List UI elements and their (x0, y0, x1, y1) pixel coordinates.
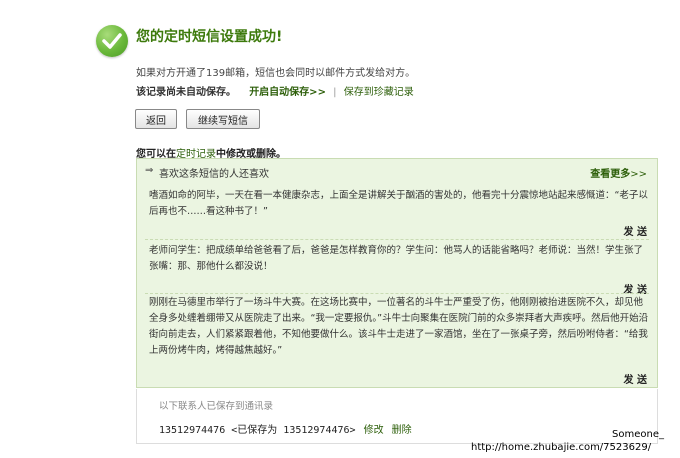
contact-saved-as: <已保存为 13512974476> (231, 425, 356, 436)
divider (145, 239, 649, 240)
view-more-label: 查看更多 (590, 169, 631, 180)
view-more-link[interactable]: 查看更多>> (590, 165, 647, 180)
email-notice: 如果对方开通了139邮箱，短信也会同时以邮件方式发给对方。 (136, 68, 416, 79)
contact-number: 13512974476 (159, 425, 226, 436)
enable-auto-save-link[interactable]: 开启自动保存>> (249, 87, 326, 98)
divider (145, 293, 649, 294)
separator: | (333, 87, 337, 98)
page-title: 您的定时短信设置成功! (136, 29, 283, 45)
contact-row: 13512974476 <已保存为 13512974476> 修改 删除 (159, 421, 412, 436)
watermark-user: Someone_ (612, 429, 664, 440)
save-status-line: 该记录尚未自动保存。 开启自动保存>> | 保存到珍藏记录 (136, 83, 414, 98)
panel-header: ⇒ 喜欢这条短信的人还喜欢 查看更多>> (137, 159, 657, 181)
chevron-right-icon: >> (630, 169, 647, 180)
saved-contacts-box: 以下联系人已保存到通讯录 13512974476 <已保存为 135129744… (136, 389, 658, 444)
check-circle-icon (96, 25, 128, 57)
message-text: 嗜酒如命的阿毕，一天在看一本健康杂志，上面全是讲解关于酗酒的害处的，他看完十分震… (149, 190, 648, 217)
delete-contact-link[interactable]: 删除 (392, 425, 412, 436)
send-button[interactable]: 发 送 (624, 223, 647, 238)
edit-contact-link[interactable]: 修改 (364, 425, 384, 436)
message-text: 刚刚在马德里市举行了一场斗牛大赛。在这场比赛中，一位著名的斗牛士严重受了伤，他刚… (149, 297, 649, 356)
continue-writing-button[interactable]: 继续写短信 (186, 109, 260, 129)
message-text: 老师问学生：把成绩单给爸爸看了后，爸爸是怎样教育你的？学生问：他骂人的话能省略吗… (149, 245, 644, 272)
not-saved-text: 该记录尚未自动保存。 (136, 87, 236, 98)
double-arrow-right-icon: ⇒ (145, 165, 154, 176)
panel-heading: 喜欢这条短信的人还喜欢 (159, 169, 269, 180)
save-to-collection-link[interactable]: 保存到珍藏记录 (344, 87, 414, 98)
back-button[interactable]: 返回 (135, 109, 177, 129)
recommendations-panel: ⇒ 喜欢这条短信的人还喜欢 查看更多>> 嗜酒如命的阿毕，一天在看一本健康杂志，… (136, 158, 658, 388)
contacts-note: 以下联系人已保存到通讯录 (159, 401, 274, 412)
send-button[interactable]: 发 送 (624, 371, 647, 386)
watermark-url: http://home.zhubajie.com/7523629/ (471, 442, 652, 453)
